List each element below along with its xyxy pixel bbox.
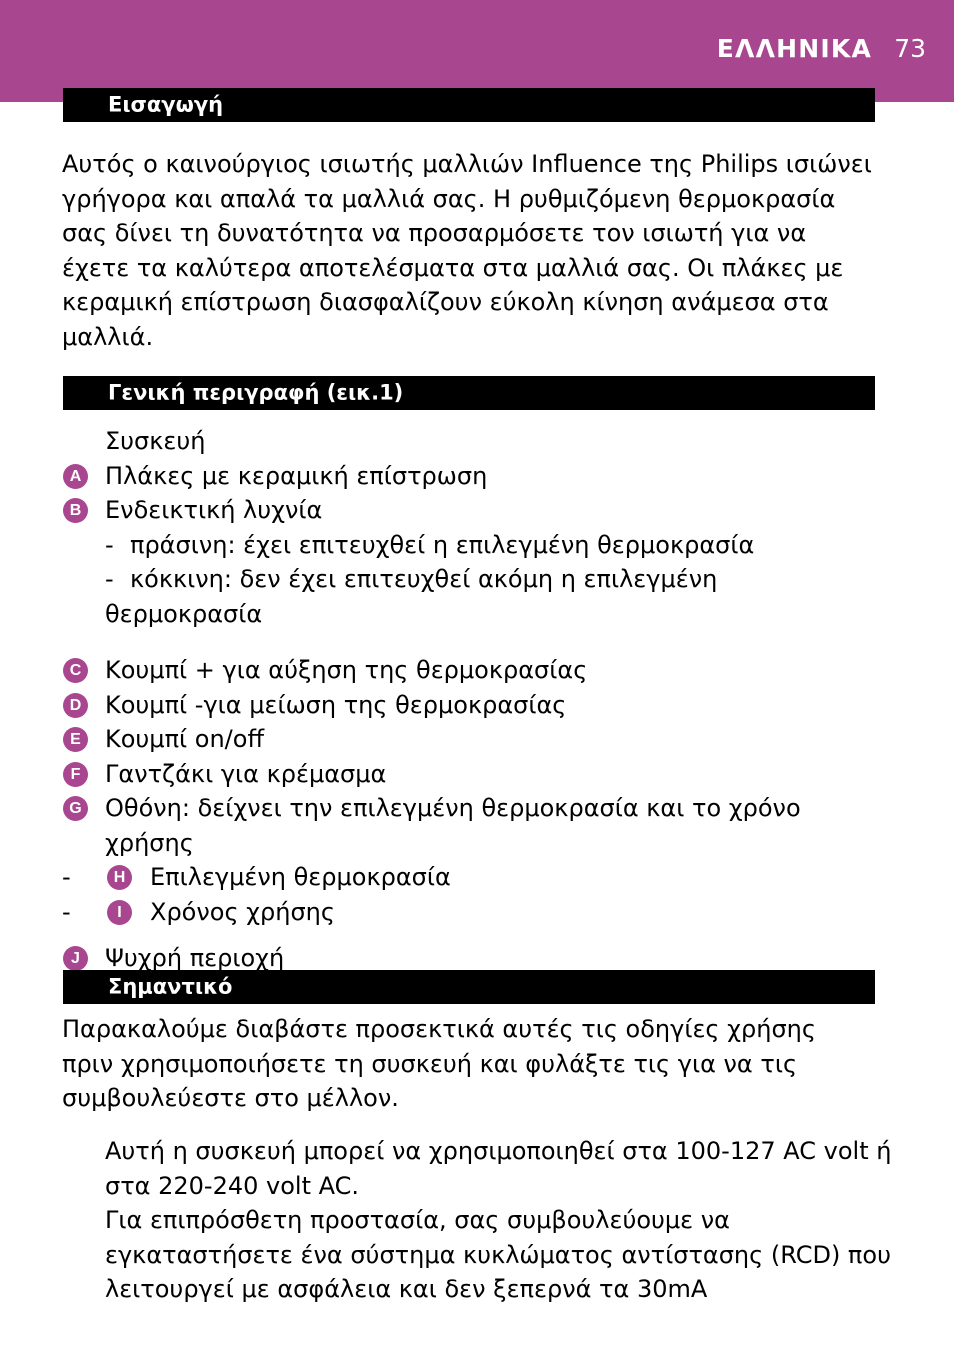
badge-h: H	[107, 865, 132, 890]
sub-item-red-label: κόκκινη: δεν έχει επιτευχθεί ακόμη η επι…	[130, 565, 718, 593]
voltage-paragraph: Αυτή η συσκευή μπορεί να χρησιμοποιηθεί …	[105, 1137, 892, 1200]
list-item-h-dash: -	[62, 863, 71, 891]
component-list: Συσκευή A Πλάκες με κεραμική επίστρωση B…	[0, 424, 954, 976]
list-item-e-label: Κουμπί on/off	[105, 725, 264, 753]
voltage-and-rcd-block: Αυτή η συσκευή μπορεί να χρησιμοποιηθεί …	[105, 1134, 895, 1307]
list-item-a: A Πλάκες με κεραμική επίστρωση	[0, 459, 954, 494]
important-paragraph: Παρακαλούμε διαβάστε προσεκτικά αυτές τι…	[62, 1015, 816, 1112]
sub-item-red-label-continuation: θερμοκρασία	[105, 599, 263, 628]
list-item-i-dash: -	[62, 897, 71, 926]
list-item-c-label: Κουμπί + για αύξηση της θερμοκρασίας	[105, 656, 588, 684]
list-item-i: - I Χρόνος χρήσης	[0, 895, 954, 930]
list-item-b: B Ενδεικτική λυχνία	[0, 493, 954, 528]
list-item-i-label: Χρόνος χρήσης	[150, 897, 335, 926]
badge-b: B	[63, 498, 88, 523]
badge-a: A	[63, 463, 88, 489]
intro-paragraph: Αυτός ο καινούργιος ισιωτής μαλλιών Infl…	[62, 150, 872, 351]
list-item-c: C Κουμπί + για αύξηση της θερμοκρασίας	[0, 653, 954, 688]
badge-j: J	[63, 946, 88, 971]
sub-item-green-label: πράσινη: έχει επιτευχθεί η επιλεγμένη θε…	[130, 530, 755, 559]
list-item-d: D Κουμπί -για μείωση της θερμοκρασίας	[0, 688, 954, 723]
list-item-h: - H Επιλεγμένη θερμοκρασία	[0, 860, 954, 895]
sub-item-red-light: - κόκκινη: δεν έχει επιτευχθεί ακόμη η ε…	[0, 562, 954, 631]
list-item-device: Συσκευή	[0, 424, 954, 459]
list-item-b-label: Ενδεικτική λυχνία	[105, 496, 323, 524]
list-item-f-label: Γαντζάκι για κρέμασμα	[105, 759, 387, 788]
section-header-general-description: Γενική περιγραφή (εικ.1)	[63, 376, 875, 410]
list-item-g-label-line1: Οθόνη: δείχνει την επιλεγμένη θερμοκρασί…	[105, 794, 801, 822]
section-title-important: Σημαντικό	[108, 974, 233, 999]
badge-f: F	[63, 761, 88, 787]
badge-i: I	[107, 899, 132, 925]
badge-e: E	[63, 727, 88, 752]
page-header-band: ΕΛΛΗΝΙΚΑ 73	[0, 0, 954, 102]
sub-item-green-dash: -	[105, 530, 114, 559]
list-item-g: G Οθόνη: δείχνει την επιλεγμένη θερμοκρα…	[0, 791, 954, 860]
sub-item-red-dash: -	[105, 565, 114, 593]
sub-item-green-light: - πράσινη: έχει επιτευχθεί η επιλεγμένη …	[0, 528, 954, 563]
page-number: 73	[894, 34, 926, 63]
list-item-h-label: Επιλεγμένη θερμοκρασία	[150, 863, 451, 891]
badge-c: C	[63, 658, 88, 683]
list-spacer-2	[0, 929, 954, 941]
list-item-d-label: Κουμπί -για μείωση της θερμοκρασίας	[105, 690, 567, 719]
list-spacer-1	[0, 631, 954, 653]
badge-d: D	[63, 692, 88, 718]
list-item-g-label: Οθόνη: δείχνει την επιλεγμένη θερμοκρασί…	[105, 791, 954, 860]
section-title-general-description: Γενική περιγραφή (εικ.1)	[108, 380, 404, 405]
section-header-intro: Εισαγωγή	[63, 88, 875, 122]
list-item-g-label-line2: χρήσης	[105, 828, 194, 857]
language-title: ΕΛΛΗΝΙΚΑ	[716, 34, 872, 63]
section-title-intro: Εισαγωγή	[108, 92, 224, 117]
badge-g: G	[63, 796, 88, 821]
section-header-important: Σημαντικό	[63, 970, 875, 1004]
rcd-paragraph: Για επιπρόσθετη προστασία, σας συμβουλεύ…	[105, 1206, 891, 1303]
list-item-f: F Γαντζάκι για κρέμασμα	[0, 757, 954, 792]
list-item-e: E Κουμπί on/off	[0, 722, 954, 757]
device-label: Συσκευή	[105, 427, 206, 455]
list-item-a-label: Πλάκες με κεραμική επίστρωση	[105, 461, 488, 490]
